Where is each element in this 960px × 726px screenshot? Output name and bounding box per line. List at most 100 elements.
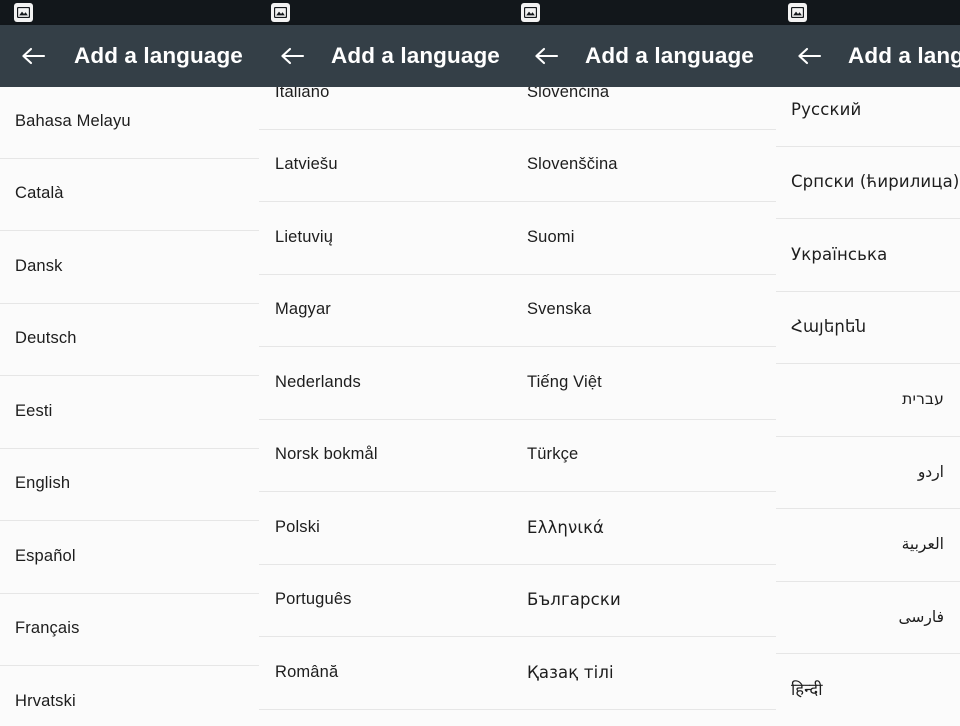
list-item[interactable]: עברית: [776, 364, 960, 437]
language-label: Deutsch: [15, 329, 77, 348]
language-list-1[interactable]: Bahasa Melayu Català Dansk Deutsch Eesti…: [0, 87, 259, 726]
language-label: Ελληνικά: [527, 517, 605, 537]
list-item[interactable]: Italiano: [259, 87, 513, 130]
language-label: Қазақ тілі: [527, 662, 614, 682]
image-photo-icon: [271, 3, 290, 22]
language-label: Català: [15, 184, 64, 203]
language-label: Slovenčina: [527, 87, 610, 101]
list-item[interactable]: Français: [0, 593, 259, 666]
list-item[interactable]: اردو: [776, 436, 960, 509]
language-label: Српски (ћирилица): [791, 172, 960, 192]
language-label: Dansk: [15, 256, 63, 275]
language-label: Suomi: [527, 227, 575, 246]
list-item[interactable]: Català: [0, 158, 259, 231]
language-label: Nederlands: [275, 372, 361, 391]
list-item[interactable]: Bahasa Melayu: [0, 87, 259, 159]
back-arrow-icon: [533, 46, 559, 66]
back-arrow-icon: [796, 46, 822, 66]
image-photo-icon: [788, 3, 807, 22]
language-label: العربية: [901, 535, 944, 554]
screen-panel-4: Add a lang Русский Српски (ћирилица) Укр…: [776, 0, 960, 726]
list-item[interactable]: العربية: [776, 509, 960, 582]
list-item[interactable]: Dansk: [0, 231, 259, 304]
list-item[interactable]: Русский: [776, 87, 960, 147]
list-item[interactable]: Հայերեն: [776, 291, 960, 364]
list-item[interactable]: Tiếng Việt: [513, 347, 776, 420]
image-photo-icon: [14, 3, 33, 22]
list-item[interactable]: Latviešu: [259, 129, 513, 202]
language-list-2[interactable]: Italiano Latviešu Lietuvių Magyar Nederl…: [259, 87, 513, 726]
list-item[interactable]: Slovenčina: [513, 87, 776, 130]
back-button[interactable]: [269, 25, 315, 87]
list-item[interactable]: Български: [513, 564, 776, 637]
language-label: Norsk bokmål: [275, 445, 378, 464]
language-label: Français: [15, 619, 80, 638]
screen-panel-2: Add a language Italiano Latviešu Lietuvi…: [259, 0, 513, 726]
back-button[interactable]: [10, 25, 56, 87]
language-label: Bahasa Melayu: [15, 111, 131, 130]
page-title: Add a language: [331, 43, 500, 68]
list-item[interactable]: Magyar: [259, 274, 513, 347]
list-item[interactable]: Hrvatski: [0, 666, 259, 726]
language-list-3[interactable]: Slovenčina Slovenščina Suomi Svenska Tiế…: [513, 87, 776, 726]
list-item[interactable]: हिन्दी: [776, 654, 960, 726]
status-bar: [513, 0, 776, 25]
language-label: فارسی: [898, 607, 944, 626]
list-item[interactable]: Српски (ћирилица): [776, 146, 960, 219]
list-item[interactable]: Suomi: [513, 202, 776, 275]
list-item[interactable]: Norsk bokmål: [259, 419, 513, 492]
list-item[interactable]: Português: [259, 564, 513, 637]
app-bar: Add a language: [259, 25, 513, 87]
language-list-4[interactable]: Русский Српски (ћирилица) Українська Հայ…: [776, 87, 960, 726]
list-item[interactable]: Eesti: [0, 376, 259, 449]
list-item[interactable]: Polski: [259, 492, 513, 565]
language-label: Українська: [791, 244, 888, 264]
list-item[interactable]: فارسی: [776, 581, 960, 654]
list-item[interactable]: Türkçe: [513, 419, 776, 492]
language-label: Português: [275, 590, 352, 609]
language-label: Slovenščina: [527, 155, 618, 174]
list-item[interactable]: Slovenščina: [513, 129, 776, 202]
list-item[interactable]: Română: [259, 637, 513, 710]
status-bar: [776, 0, 960, 25]
list-item[interactable]: Lietuvių: [259, 202, 513, 275]
list-item[interactable]: Українська: [776, 219, 960, 292]
back-button[interactable]: [523, 25, 569, 87]
list-item[interactable]: English: [0, 448, 259, 521]
app-bar: Add a language: [0, 25, 259, 87]
status-bar: [0, 0, 259, 25]
screen-panel-3: Add a language Slovenčina Slovenščina Su…: [513, 0, 776, 726]
language-label: Հայերեն: [791, 317, 867, 337]
screenshot-root: Add a language Bahasa Melayu Català Dans…: [0, 0, 960, 726]
language-label: Türkçe: [527, 445, 579, 464]
list-item[interactable]: Español: [0, 521, 259, 594]
app-bar: Add a language: [513, 25, 776, 87]
list-item[interactable]: Deutsch: [0, 303, 259, 376]
image-photo-icon: [521, 3, 540, 22]
language-label: Русский: [791, 99, 862, 119]
language-label: اردو: [917, 462, 944, 481]
back-button[interactable]: [786, 25, 832, 87]
language-label: Latviešu: [275, 155, 338, 174]
language-label: Svenska: [527, 300, 592, 319]
page-title: Add a language: [585, 43, 754, 68]
language-label: Română: [275, 662, 339, 681]
language-label: English: [15, 474, 71, 493]
language-label: Italiano: [275, 87, 330, 101]
page-title: Add a lang: [848, 43, 960, 68]
language-label: Български: [527, 590, 621, 610]
list-item[interactable]: Svenska: [513, 274, 776, 347]
page-title: Add a language: [74, 43, 243, 68]
list-item[interactable]: Қазақ тілі: [513, 637, 776, 710]
language-label: Magyar: [275, 300, 331, 319]
status-bar: [259, 0, 513, 25]
list-item[interactable]: Ελληνικά: [513, 492, 776, 565]
back-arrow-icon: [20, 46, 46, 66]
list-item[interactable]: Nederlands: [259, 347, 513, 420]
language-label: עברית: [902, 390, 944, 409]
language-label: Hrvatski: [15, 691, 76, 710]
language-label: Polski: [275, 517, 320, 536]
language-label: Lietuvių: [275, 227, 334, 246]
language-label: हिन्दी: [791, 679, 823, 699]
language-label: Eesti: [15, 401, 53, 420]
